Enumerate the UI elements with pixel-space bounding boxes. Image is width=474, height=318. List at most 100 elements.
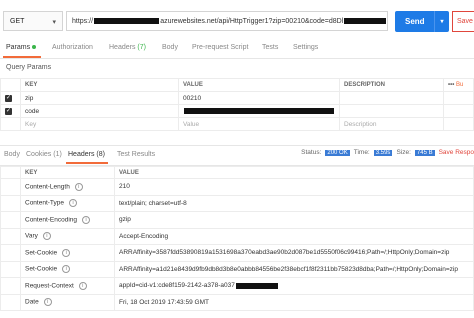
header-value: 210 (114, 178, 474, 196)
redaction-mark (94, 18, 160, 24)
header-key: Date (25, 298, 39, 306)
query-params-title: Query Params (6, 64, 52, 71)
info-icon[interactable]: i (74, 182, 83, 191)
param-description[interactable] (339, 104, 444, 118)
table-row: Set-Cookie i ARRAffinity=3587fdd53890819a1… (0, 244, 474, 262)
header-value: appId=cid-v1:cde8f159-2142-a378-a037 (119, 282, 235, 290)
table-row: Request-Context i appId=cid-v1:cde8f159-21… (0, 277, 474, 295)
table-row: Date i Fri, 18 Oct 2019 17:43:59 GMT (0, 293, 474, 311)
send-button[interactable]: Send ▾ (395, 11, 449, 32)
chevron-down-icon: ▾ (52, 19, 56, 26)
size-badge: 745 B (414, 149, 435, 156)
tab-params[interactable]: Params (6, 44, 37, 51)
header-value: text/plain; charset=utf-8 (114, 194, 474, 212)
header-key: Request-Context (25, 282, 74, 290)
save-label: Save (457, 18, 473, 25)
tab-prerequest-script[interactable]: Pre-request Script (192, 44, 248, 51)
redaction-mark (235, 282, 278, 289)
column-header-value: VALUE (178, 78, 340, 92)
header-key: Content-Encoding (25, 216, 78, 224)
table-header-row: KEY VALUE (0, 166, 474, 179)
tab-response-cookies[interactable]: Cookies (1) (26, 151, 62, 158)
info-icon[interactable]: i (62, 265, 71, 274)
cookies-label: Cookies (1) (26, 151, 62, 158)
send-label: Send (405, 17, 425, 26)
time-badge: 3.59s (373, 149, 393, 156)
response-headers-table: KEY VALUE Content-Length i 210 Content-Typ… (0, 166, 474, 311)
size-label: Size: (396, 149, 411, 156)
table-row: Content-Length i 210 (0, 178, 474, 196)
header-value: ARRAffinity=a1d21e8439d9fb9db8d3b8e0abbb… (114, 260, 474, 278)
column-header-key: KEY (20, 166, 115, 179)
tab-settings[interactable]: Settings (293, 44, 318, 51)
tab-params-label: Params (6, 44, 31, 51)
more-options-icon[interactable]: ••• (448, 82, 454, 88)
request-tabs: Params Authorization Headers (7) Body Pr… (0, 40, 474, 59)
time-label: Time: (353, 149, 370, 156)
param-key[interactable]: zip (20, 91, 179, 105)
status-label: Status: (301, 149, 322, 156)
param-key[interactable]: code (20, 104, 179, 118)
info-icon[interactable]: i (42, 232, 51, 241)
tab-tests[interactable]: Tests (262, 44, 278, 51)
info-icon[interactable]: i (82, 215, 91, 224)
column-header-value: VALUE (114, 166, 474, 179)
table-row: ✓ code (0, 104, 474, 118)
save-response-button[interactable]: Save Respo (439, 149, 474, 156)
param-value[interactable] (178, 104, 340, 118)
response-tabs: Body Cookies (1) Headers (8) Test Result… (0, 145, 474, 166)
method-select[interactable]: GET ▾ (3, 11, 63, 31)
checkbox-checked-icon[interactable]: ✓ (5, 95, 12, 102)
info-icon[interactable]: i (62, 248, 71, 257)
header-value: Fri, 18 Oct 2019 17:43:59 GMT (114, 293, 474, 311)
table-row: Key Value Description (0, 117, 474, 131)
table-row: Content-Type i text/plain; charset=utf-8 (0, 194, 474, 212)
info-icon[interactable]: i (69, 199, 78, 208)
tab-headers-label: Headers (109, 44, 136, 51)
table-row: ✓ zip 00210 (0, 91, 474, 105)
active-dot-icon (32, 45, 37, 50)
table-row: Vary i Accept-Encoding (0, 227, 474, 245)
redaction-mark (344, 18, 386, 24)
table-row: Content-Encoding i gzip (0, 211, 474, 229)
tab-authorization[interactable]: Authorization (52, 44, 93, 51)
header-value: Accept-Encoding (114, 227, 474, 245)
request-bar: GET ▾ https:// azurewebsites.net/api/Htt… (0, 0, 474, 40)
method-label: GET (10, 17, 25, 25)
url-prefix: https:// (72, 17, 94, 25)
tab-response-headers[interactable]: Headers (8) (68, 151, 105, 158)
param-value[interactable]: 00210 (178, 91, 340, 105)
send-options-chevron-icon[interactable]: ▾ (434, 11, 449, 32)
header-key: Content-Type (25, 199, 65, 207)
tab-test-results[interactable]: Test Results (117, 151, 155, 158)
column-header-description: DESCRIPTION (339, 78, 444, 92)
save-button[interactable]: Save (452, 11, 474, 32)
tab-response-body[interactable]: Body (4, 151, 20, 158)
active-tab-indicator (66, 162, 108, 164)
param-description[interactable] (339, 91, 444, 105)
response-status: Status: 200 OK Time: 3.59s Size: 745 B S… (301, 149, 474, 156)
query-params-table: KEY VALUE DESCRIPTION ••• Bu ✓ zip 00210… (0, 78, 474, 131)
new-value-input[interactable]: Value (178, 117, 340, 131)
url-input[interactable]: https:// azurewebsites.net/api/HttpTrigg… (66, 11, 388, 31)
new-description-input[interactable]: Description (339, 117, 444, 131)
column-header-key: KEY (20, 78, 179, 92)
tab-headers[interactable]: Headers (7) (109, 44, 146, 51)
header-value: ARRAffinity=3587fdd53890819a1531698a370e… (114, 244, 474, 262)
header-key: Vary (25, 232, 38, 240)
new-key-input[interactable]: Key (20, 117, 179, 131)
table-header-row: KEY VALUE DESCRIPTION ••• Bu (0, 78, 474, 92)
checkbox-checked-icon[interactable]: ✓ (5, 108, 12, 115)
info-icon[interactable]: i (43, 298, 52, 307)
status-badge: 200 OK (325, 149, 350, 156)
redaction-mark (184, 107, 334, 114)
tab-body[interactable]: Body (162, 44, 178, 51)
active-tab-indicator (3, 56, 41, 58)
info-icon[interactable]: i (78, 281, 87, 290)
header-key: Set-Cookie (25, 249, 58, 257)
header-value: gzip (114, 211, 474, 229)
header-key: Set-Cookie (25, 265, 58, 273)
header-key: Content-Length (25, 183, 70, 191)
table-row: Set-Cookie i ARRAffinity=a1d21e8439d9fb9db… (0, 260, 474, 278)
bulk-edit-link[interactable]: Bu (456, 82, 463, 88)
